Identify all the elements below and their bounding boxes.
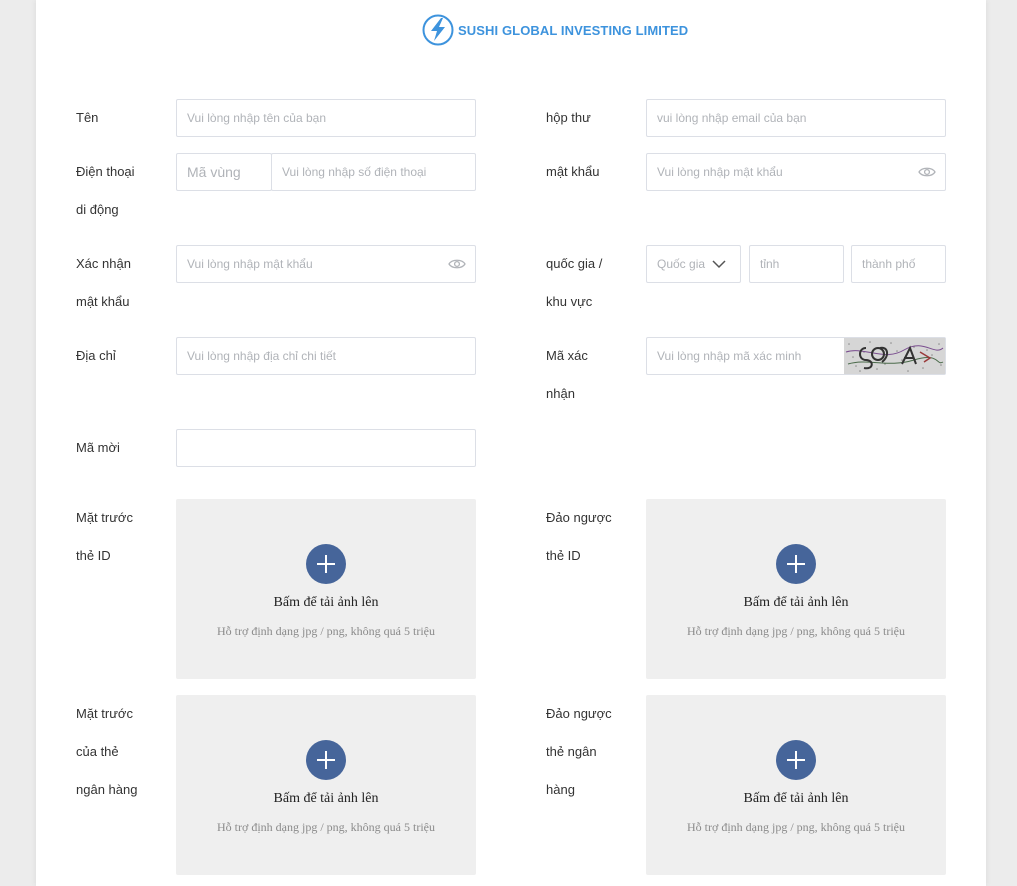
upload-id-back-label-line2: thẻ ID bbox=[546, 548, 581, 563]
phone-field[interactable] bbox=[271, 153, 476, 191]
address-input[interactable] bbox=[177, 338, 475, 374]
password-input[interactable] bbox=[647, 154, 945, 190]
brand-name: SUSHI GLOBAL INVESTING LIMITED bbox=[458, 22, 689, 38]
phone-label-line1: Điện thoại bbox=[76, 164, 135, 179]
upload-bank-back-label-line2: thẻ ngân bbox=[546, 744, 597, 759]
upload-bank-back-label-line3: hàng bbox=[546, 782, 575, 797]
invite-code-field[interactable] bbox=[176, 429, 476, 467]
area-code-input[interactable] bbox=[177, 154, 271, 190]
address-label: Địa chỉ bbox=[76, 348, 116, 363]
upload-title: Bấm để tải ảnh lên bbox=[273, 595, 379, 610]
captcha-label-line2: nhận bbox=[546, 386, 575, 401]
upload-id-front-label-line2: thẻ ID bbox=[76, 548, 111, 563]
invite-code-input[interactable] bbox=[177, 430, 475, 466]
brand-header: SUSHI GLOBAL INVESTING LIMITED bbox=[422, 14, 688, 46]
eye-icon[interactable] bbox=[918, 165, 936, 179]
region-label-line2: khu vực bbox=[546, 294, 593, 309]
city-input[interactable] bbox=[852, 246, 945, 282]
captcha-input[interactable] bbox=[647, 338, 845, 374]
upload-bank-front-label-line3: ngân hàng bbox=[76, 782, 138, 797]
email-label: hộp thư bbox=[546, 110, 591, 125]
email-input[interactable] bbox=[647, 100, 945, 136]
confirm-password-label-line2: mật khẩu bbox=[76, 294, 130, 309]
country-select-value: Quốc gia bbox=[657, 257, 706, 271]
upload-id-front-label-line1: Mặt trước bbox=[76, 510, 133, 525]
name-input[interactable] bbox=[177, 100, 475, 136]
name-field[interactable] bbox=[176, 99, 476, 137]
upload-title: Bấm để tải ảnh lên bbox=[743, 595, 849, 610]
country-select[interactable]: Quốc gia bbox=[646, 245, 741, 283]
confirm-password-label-line1: Xác nhận bbox=[76, 256, 131, 271]
lightning-logo-icon bbox=[422, 14, 454, 46]
address-field[interactable] bbox=[176, 337, 476, 375]
upload-bank-back[interactable]: Bấm để tải ảnh lên Hỗ trợ định dạng jpg … bbox=[646, 695, 946, 875]
upload-title: Bấm để tải ảnh lên bbox=[743, 791, 849, 806]
upload-bank-front-label-line1: Mặt trước bbox=[76, 706, 133, 721]
province-input[interactable] bbox=[750, 246, 843, 282]
invite-code-label: Mã mời bbox=[76, 440, 120, 455]
registration-card: SUSHI GLOBAL INVESTING LIMITED Tên hộp t… bbox=[36, 0, 986, 886]
province-field[interactable] bbox=[749, 245, 844, 283]
region-label-line1: quốc gia / bbox=[546, 256, 603, 271]
upload-hint: Hỗ trợ định dạng jpg / png, không quá 5 … bbox=[217, 624, 435, 638]
upload-id-front[interactable]: Bấm để tải ảnh lên Hỗ trợ định dạng jpg … bbox=[176, 499, 476, 679]
confirm-password-input[interactable] bbox=[177, 246, 475, 282]
city-field[interactable] bbox=[851, 245, 946, 283]
password-label: mật khẩu bbox=[546, 164, 600, 179]
upload-id-back[interactable]: Bấm để tải ảnh lên Hỗ trợ định dạng jpg … bbox=[646, 499, 946, 679]
chevron-down-icon bbox=[712, 260, 726, 269]
plus-icon[interactable] bbox=[306, 740, 346, 780]
captcha-image[interactable] bbox=[844, 338, 945, 374]
eye-icon[interactable] bbox=[448, 257, 466, 271]
phone-label-line2: di động bbox=[76, 202, 119, 217]
upload-id-back-label-line1: Đảo ngược bbox=[546, 510, 612, 525]
captcha-field[interactable] bbox=[646, 337, 946, 375]
upload-title: Bấm để tải ảnh lên bbox=[273, 791, 379, 806]
upload-hint: Hỗ trợ định dạng jpg / png, không quá 5 … bbox=[217, 820, 435, 834]
upload-hint: Hỗ trợ định dạng jpg / png, không quá 5 … bbox=[687, 624, 905, 638]
upload-bank-front-label-line2: của thẻ bbox=[76, 744, 119, 759]
upload-bank-front[interactable]: Bấm để tải ảnh lên Hỗ trợ định dạng jpg … bbox=[176, 695, 476, 875]
confirm-password-field[interactable] bbox=[176, 245, 476, 283]
password-field[interactable] bbox=[646, 153, 946, 191]
phone-input[interactable] bbox=[272, 154, 475, 190]
area-code-field[interactable] bbox=[176, 153, 272, 191]
upload-bank-back-label-line1: Đảo ngược bbox=[546, 706, 612, 721]
plus-icon[interactable] bbox=[776, 544, 816, 584]
plus-icon[interactable] bbox=[306, 544, 346, 584]
captcha-label-line1: Mã xác bbox=[546, 348, 588, 363]
upload-hint: Hỗ trợ định dạng jpg / png, không quá 5 … bbox=[687, 820, 905, 834]
name-label: Tên bbox=[76, 110, 99, 125]
email-field[interactable] bbox=[646, 99, 946, 137]
plus-icon[interactable] bbox=[776, 740, 816, 780]
